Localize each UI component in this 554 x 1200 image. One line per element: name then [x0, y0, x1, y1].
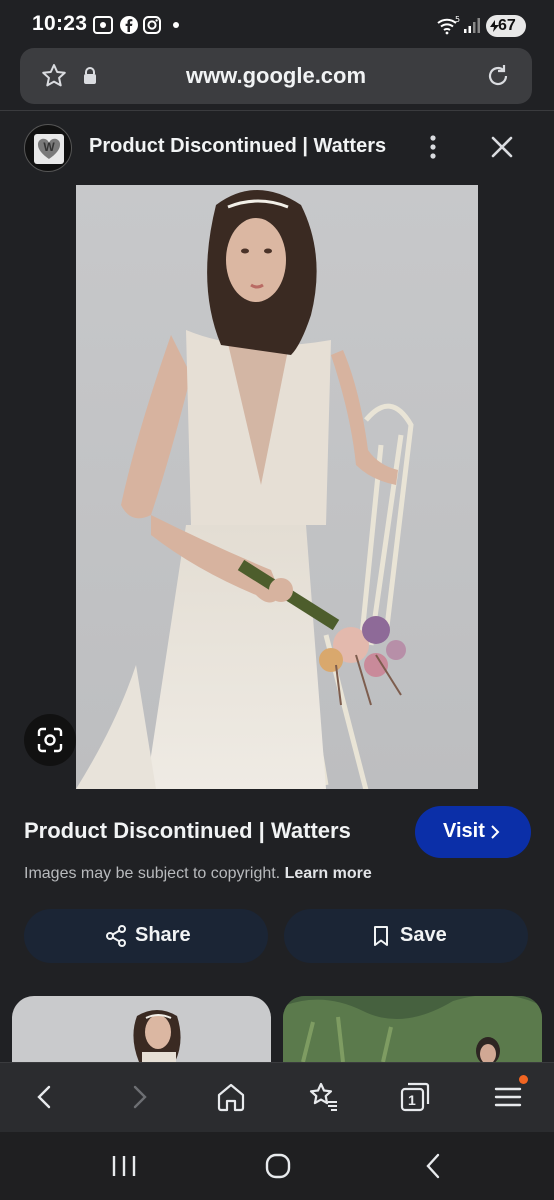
lens-search-button[interactable]: [24, 714, 76, 766]
related-image-2[interactable]: [283, 996, 542, 1062]
back-nav-icon[interactable]: [418, 1150, 450, 1182]
facebook-icon: [118, 14, 140, 36]
url-text[interactable]: www.google.com: [20, 63, 532, 89]
battery-indicator: 67: [486, 15, 526, 37]
recent-apps-icon[interactable]: [108, 1150, 140, 1182]
clock: 10:23: [32, 12, 88, 35]
save-label: Save: [400, 924, 447, 946]
reload-icon[interactable]: [484, 62, 512, 90]
save-button[interactable]: Save: [284, 909, 528, 963]
copyright-notice: Images may be subject to copyright. Lear…: [24, 865, 372, 883]
main-image[interactable]: [76, 185, 478, 789]
site-logo-letter: W: [43, 140, 55, 154]
result-title: Product Discontinued | Watters: [24, 818, 351, 843]
divider: [0, 110, 554, 111]
signal-icon: [463, 14, 481, 36]
system-navigation-bar: [0, 1132, 554, 1200]
more-options-icon[interactable]: [418, 132, 448, 162]
chevron-right-icon: [491, 825, 500, 839]
share-button[interactable]: Share: [24, 909, 268, 963]
tabs-icon[interactable]: 1: [397, 1079, 433, 1115]
tab-count: 1: [408, 1092, 416, 1108]
svg-text:5: 5: [455, 15, 460, 24]
instagram-icon: [141, 14, 163, 36]
forward-icon[interactable]: [121, 1079, 157, 1115]
back-icon[interactable]: [27, 1079, 63, 1115]
screenshot-icon: [92, 14, 114, 36]
heart-logo-icon: W: [34, 134, 64, 164]
wifi-5g-icon: 5: [436, 14, 462, 36]
bookmarks-icon[interactable]: [305, 1079, 341, 1115]
site-logo[interactable]: W: [24, 124, 72, 172]
status-bar: 10:23 5 67: [0, 0, 554, 50]
bookmark-icon: [374, 926, 388, 946]
related-image-1[interactable]: [12, 996, 271, 1062]
header-title: Product Discontinued | Watters: [89, 135, 387, 157]
lens-icon: [37, 727, 63, 753]
visit-label: Visit: [443, 820, 485, 842]
menu-icon[interactable]: [490, 1075, 528, 1115]
visit-button[interactable]: Visit: [415, 806, 531, 858]
learn-more-link[interactable]: Learn more: [285, 865, 372, 882]
share-icon: [106, 925, 126, 947]
home-icon[interactable]: [213, 1079, 249, 1115]
close-icon[interactable]: [488, 133, 516, 161]
url-bar[interactable]: www.google.com: [20, 48, 532, 104]
browser-toolbar: 1: [0, 1062, 554, 1132]
menu-badge: [519, 1075, 528, 1084]
home-nav-icon[interactable]: [262, 1150, 294, 1182]
copyright-text: Images may be subject to copyright.: [24, 865, 281, 882]
share-label: Share: [135, 924, 191, 946]
battery-level: 67: [498, 17, 516, 34]
notification-dot-icon: [168, 14, 190, 36]
